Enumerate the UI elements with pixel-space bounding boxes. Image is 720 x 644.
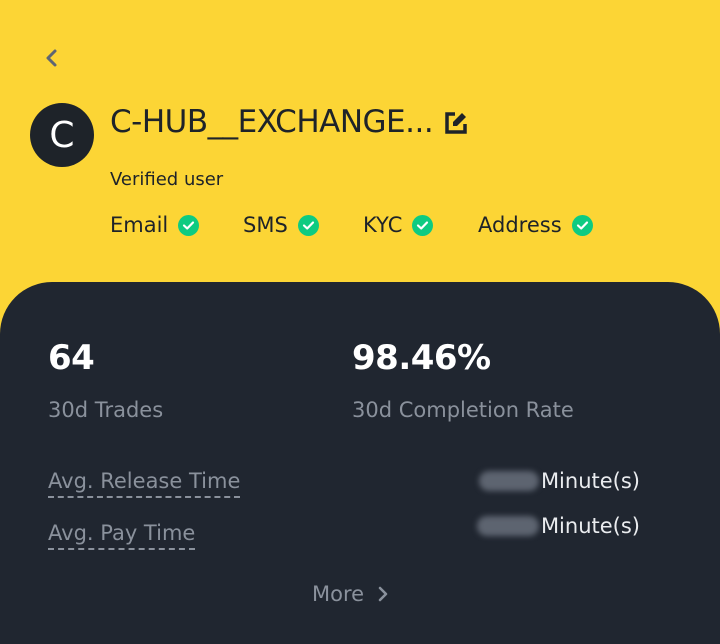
chevron-right-icon — [378, 586, 388, 602]
verification-label: SMS — [243, 213, 288, 237]
check-circle-icon — [297, 214, 319, 236]
verification-label: Email — [110, 213, 169, 237]
edit-nickname-button[interactable] — [443, 110, 469, 136]
check-circle-icon — [178, 214, 200, 236]
more-label: More — [312, 582, 365, 606]
merchant-nickname: C-HUB__EXCHANGE... — [110, 104, 434, 140]
completion-rate-label: 30d Completion Rate — [352, 398, 574, 422]
check-circle-icon — [412, 214, 434, 236]
avg-release-time-value: Minute(s) — [478, 469, 640, 493]
verification-kyc: KYC — [363, 213, 434, 237]
verification-sms: SMS — [243, 213, 319, 237]
avg-pay-time-unit: Minute(s) — [540, 514, 640, 538]
redacted-value — [476, 516, 539, 536]
verified-user-label: Verified user — [110, 169, 224, 190]
trades-count: 64 — [48, 338, 95, 378]
chevron-left-icon — [46, 49, 57, 67]
more-button[interactable]: More — [312, 582, 388, 606]
trades-label: 30d Trades — [48, 398, 164, 422]
verification-label: Address — [478, 213, 562, 237]
avg-release-time-unit: Minute(s) — [540, 469, 640, 493]
avatar: C — [30, 103, 94, 167]
back-button[interactable] — [38, 44, 66, 72]
avg-pay-time-value: Minute(s) — [476, 514, 640, 538]
verification-address: Address — [478, 213, 593, 237]
completion-rate: 98.46% — [352, 338, 491, 378]
verification-email: Email — [110, 213, 200, 237]
avg-pay-time-label[interactable]: Avg. Pay Time — [48, 520, 196, 550]
verification-label: KYC — [363, 213, 403, 237]
edit-icon — [445, 112, 467, 134]
check-circle-icon — [571, 214, 593, 236]
redacted-value — [478, 471, 539, 491]
avg-release-time-label[interactable]: Avg. Release Time — [48, 468, 241, 498]
